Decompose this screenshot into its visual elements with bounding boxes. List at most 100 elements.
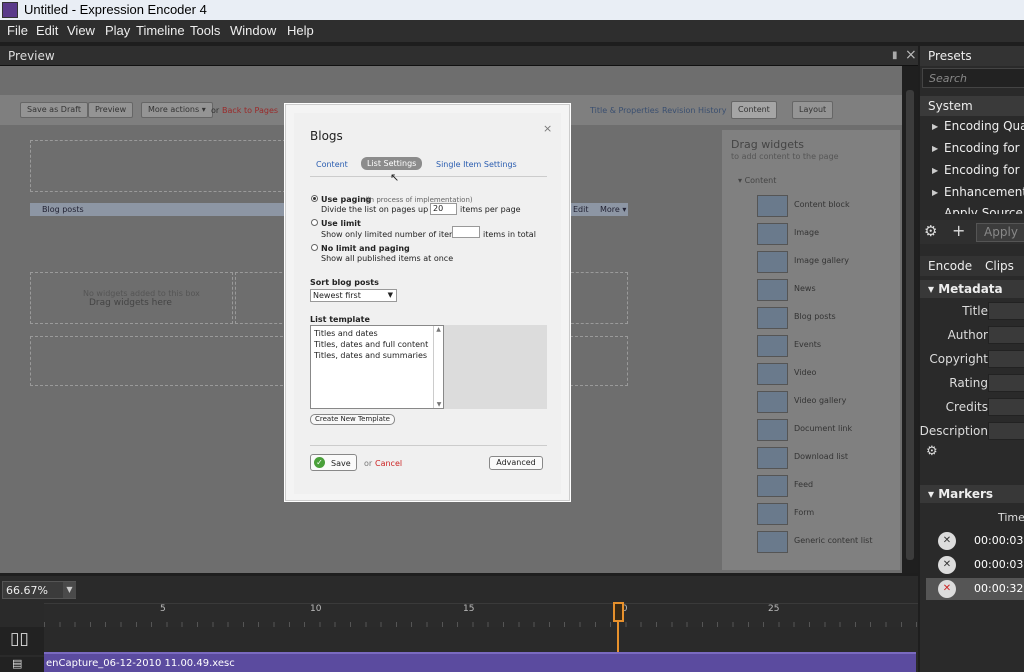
widget-download-list[interactable]: Download list [757, 447, 897, 469]
copyright-field[interactable] [988, 350, 1024, 368]
listbox-scrollbar[interactable]: ▲ ▼ [433, 326, 443, 408]
items-per-page-input[interactable]: 20 [430, 203, 457, 215]
use-paging-radio[interactable] [311, 195, 318, 202]
marker-row-selected[interactable]: ✕ 00:00:32.5 [926, 578, 1024, 600]
widget-content-block[interactable]: Content block [757, 195, 897, 217]
widget-image[interactable]: Image [757, 223, 897, 245]
description-field[interactable] [988, 422, 1024, 440]
content-tab-button[interactable]: Content [731, 101, 777, 119]
timeline-clip[interactable]: enCapture_06-12-2010 11.00.49.xesc [44, 652, 916, 672]
film-icon[interactable]: ▤ [12, 657, 22, 670]
more-actions-button[interactable]: More actions ▾ [141, 102, 213, 118]
tab-encode[interactable]: Encode [928, 259, 972, 273]
apply-button[interactable]: Apply [976, 223, 1024, 242]
use-limit-radio[interactable] [311, 219, 318, 226]
revision-history-link[interactable]: Revision History [662, 106, 726, 115]
markers-header[interactable]: ▾ Markers [920, 485, 1024, 503]
widget-image-gallery[interactable]: Image gallery [757, 251, 897, 273]
widget-news[interactable]: News [757, 279, 897, 301]
chevron-down-icon[interactable]: ▼ [63, 582, 76, 598]
drop-zone: No widgets added to this box Drag widget… [30, 272, 233, 324]
preset-item[interactable]: Enhancements [944, 185, 1024, 199]
more-link[interactable]: More ▾ [600, 205, 626, 214]
expand-triangle-icon[interactable]: ▶ [932, 144, 938, 153]
edit-link[interactable]: Edit [573, 205, 589, 214]
marker-row[interactable]: ✕ 00:00:03.9 [926, 554, 1024, 576]
template-option[interactable]: Titles, dates and full content [314, 340, 428, 349]
add-icon[interactable]: + [952, 221, 965, 240]
sort-label: Sort blog posts [310, 278, 379, 287]
menu-window[interactable]: Window [230, 23, 276, 38]
widget-feed[interactable]: Feed [757, 475, 897, 497]
preset-item[interactable]: Encoding Quali [944, 119, 1024, 133]
widget-video-gallery[interactable]: Video gallery [757, 391, 897, 413]
presets-search-input[interactable]: Search [922, 68, 1024, 88]
preset-item[interactable]: Encoding for Sil [944, 163, 1024, 177]
credits-field[interactable] [988, 398, 1024, 416]
gear-icon[interactable]: ⚙ [924, 222, 937, 240]
metadata-header[interactable]: ▾ Metadata [920, 280, 1024, 298]
widget-document-link[interactable]: Document link [757, 419, 897, 441]
close-icon[interactable]: × [905, 47, 917, 63]
menu-timeline[interactable]: Timeline [136, 23, 185, 38]
back-to-pages-link[interactable]: Back to Pages [222, 106, 278, 115]
template-listbox[interactable]: Titles and dates Titles, dates and full … [310, 325, 444, 409]
create-template-button[interactable]: Create New Template [310, 414, 395, 425]
menu-file[interactable]: File [7, 23, 28, 38]
menu-edit[interactable]: Edit [36, 23, 58, 38]
rating-field[interactable] [988, 374, 1024, 392]
preview-scrollbar[interactable] [902, 66, 918, 573]
widget-form[interactable]: Form [757, 503, 897, 525]
book-icon[interactable]: ▯▯ [10, 629, 29, 649]
scrollbar-thumb[interactable] [906, 90, 914, 560]
markers-title: ▾ Markers [928, 487, 994, 501]
widget-label: Blog posts [794, 312, 836, 321]
expand-triangle-icon[interactable]: ▶ [932, 122, 938, 131]
author-field[interactable] [988, 326, 1024, 344]
save-draft-button[interactable]: Save as Draft [20, 102, 88, 118]
expand-triangle-icon[interactable]: ▶ [932, 188, 938, 197]
marker-row[interactable]: ✕ 00:00:03.8 [926, 530, 1024, 552]
content-section-header[interactable]: ▾ Content [738, 176, 776, 185]
menu-view[interactable]: View [67, 23, 95, 38]
tab-list-settings[interactable]: List Settings [361, 157, 423, 170]
template-option[interactable]: Titles, dates and summaries [314, 351, 427, 360]
preview-button[interactable]: Preview [88, 102, 134, 118]
zoom-select[interactable]: 66.67% ▼ [2, 581, 76, 599]
preset-item[interactable]: Encoding for De [944, 141, 1024, 155]
save-button[interactable]: ✓ Save [310, 454, 357, 471]
feed-icon [757, 475, 788, 497]
template-option[interactable]: Titles and dates [314, 329, 378, 338]
menu-play[interactable]: Play [105, 23, 130, 38]
widget-events[interactable]: Events [757, 335, 897, 357]
menu-tools[interactable]: Tools [190, 23, 220, 38]
dialog-title: Blogs [310, 129, 343, 143]
limit-input[interactable] [452, 226, 480, 238]
widget-label: Video [794, 368, 817, 377]
tab-content[interactable]: Content [316, 160, 348, 169]
remove-marker-icon[interactable]: ✕ [938, 580, 956, 598]
widget-video[interactable]: Video [757, 363, 897, 385]
system-group-header[interactable]: System [920, 96, 1024, 116]
remove-marker-icon[interactable]: ✕ [938, 556, 956, 574]
cancel-link[interactable]: Cancel [375, 459, 402, 468]
layout-tab-button[interactable]: Layout [792, 101, 834, 119]
gear-icon[interactable]: ⚙ [926, 444, 938, 459]
timeline-ruler[interactable] [44, 603, 918, 627]
pin-icon[interactable]: ▮ [892, 50, 898, 61]
title-properties-link[interactable]: Title & Properties [590, 106, 659, 115]
remove-marker-icon[interactable]: ✕ [938, 532, 956, 550]
menu-help[interactable]: Help [287, 23, 314, 38]
tab-single-item-settings[interactable]: Single Item Settings [436, 160, 517, 169]
preset-item[interactable]: Apply Source Fr [944, 206, 1024, 214]
advanced-button[interactable]: Advanced [489, 456, 543, 470]
expand-triangle-icon[interactable]: ▶ [932, 166, 938, 175]
widget-generic-content-list[interactable]: Generic content list [757, 531, 897, 553]
playhead-handle[interactable] [613, 602, 624, 622]
tab-clips[interactable]: Clips [985, 259, 1014, 273]
no-limit-radio[interactable] [311, 244, 318, 251]
widget-blog-posts[interactable]: Blog posts [757, 307, 897, 329]
sort-select[interactable]: Newest first ▼ [310, 289, 397, 302]
title-field[interactable] [988, 302, 1024, 320]
close-dialog-icon[interactable]: × [543, 122, 552, 135]
